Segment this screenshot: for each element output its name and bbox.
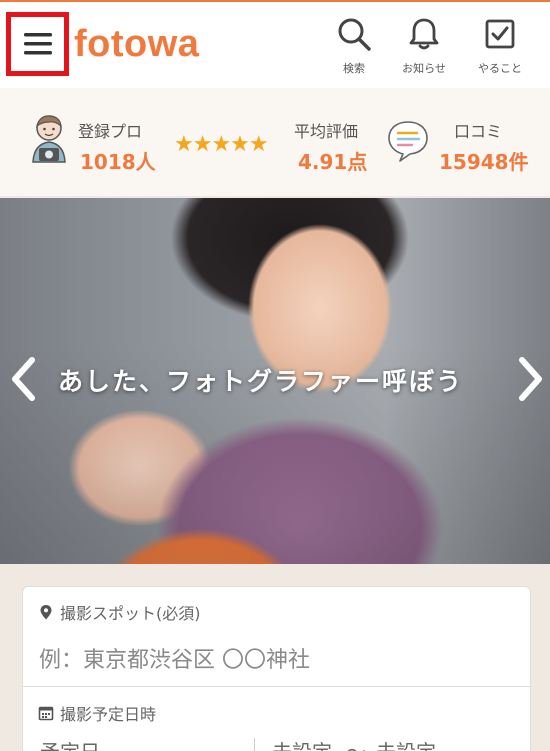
hamburger-icon — [23, 33, 52, 55]
stats-bar — [0, 88, 550, 196]
registered-pros-value: 1018人 — [80, 150, 156, 174]
time-range-separator: 〜 — [346, 736, 366, 751]
reviews-bubble-icon — [388, 121, 428, 162]
rating-stars: ★★★★★ — [174, 132, 269, 157]
spot-input[interactable]: 例：東京都渋谷区 〇〇神社 — [39, 642, 310, 674]
form-divider — [22, 686, 531, 687]
reviews-label: 口コミ — [454, 122, 503, 141]
reviews-value: 15948件 — [439, 150, 529, 174]
hamburger-menu-button[interactable] — [6, 12, 69, 76]
hero-headline: あした、フォトグラファー呼ぼう — [58, 367, 464, 396]
average-rating-label: 平均評価 — [294, 122, 359, 141]
search-icon — [338, 18, 371, 51]
checkbox-icon — [485, 19, 515, 49]
notifications-nav-button[interactable]: お知らせ — [394, 16, 454, 78]
location-pin-icon — [40, 605, 52, 620]
spot-field-label-text: 撮影スポット(必須) — [60, 604, 201, 623]
date-input[interactable]: 予定日 — [40, 736, 100, 751]
todo-nav-label: やること — [478, 62, 522, 75]
date-field-label: 撮影予定日時 — [38, 701, 156, 725]
average-rating-value: 4.91点 — [298, 150, 368, 174]
app-header: fotowa 検索 お知らせ やること — [0, 0, 550, 88]
bell-icon — [409, 18, 439, 50]
todo-nav-button[interactable]: やること — [470, 16, 530, 78]
spot-field-label: 撮影スポット(必須) — [38, 600, 201, 624]
photographer-avatar-icon — [32, 115, 66, 163]
time-end-input[interactable]: 未設定 — [376, 736, 436, 751]
time-start-input[interactable]: 未設定 — [272, 736, 332, 751]
date-time-separator — [254, 738, 255, 751]
calendar-icon — [38, 706, 54, 721]
date-field-label-text: 撮影予定日時 — [60, 705, 157, 724]
search-nav-label: 検索 — [343, 62, 365, 75]
notifications-nav-label: お知らせ — [402, 62, 446, 75]
carousel-next-icon[interactable] — [516, 356, 546, 402]
registered-pros-label: 登録プロ — [78, 122, 143, 141]
search-nav-button[interactable]: 検索 — [324, 16, 384, 78]
fotowa-logo[interactable]: fotowa — [74, 16, 199, 72]
carousel-prev-icon[interactable] — [8, 356, 38, 402]
